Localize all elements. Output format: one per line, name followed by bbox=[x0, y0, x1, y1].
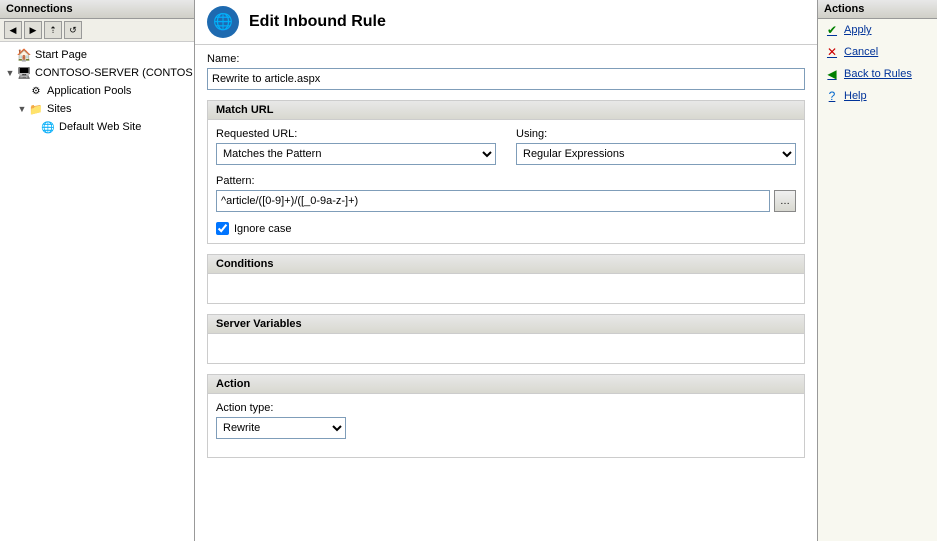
page-title-bar: 🌐 Edit Inbound Rule bbox=[195, 0, 817, 45]
help-label: Help bbox=[844, 90, 867, 102]
server-variables-section-header: Server Variables bbox=[207, 314, 805, 334]
default-web-icon: 🌐 bbox=[40, 119, 56, 135]
default-web-expander bbox=[28, 122, 40, 132]
pattern-label: Pattern: bbox=[216, 175, 796, 187]
app-pools-icon: ⚙ bbox=[28, 83, 44, 99]
requested-url-col: Requested URL: Matches the Pattern Does … bbox=[216, 128, 496, 165]
sites-label: Sites bbox=[47, 103, 71, 115]
action-type-group: Action type: Rewrite Redirect Custom res… bbox=[216, 402, 796, 439]
apply-icon: ✔ bbox=[824, 22, 840, 38]
toolbar-btn-back[interactable]: ◀ bbox=[4, 21, 22, 39]
action-type-label: Action type: bbox=[216, 402, 796, 414]
name-input[interactable] bbox=[207, 68, 805, 90]
app-pools-label: Application Pools bbox=[47, 85, 131, 97]
match-url-section-header: Match URL bbox=[207, 100, 805, 120]
app-pools-expander bbox=[16, 86, 28, 96]
conditions-section-body bbox=[207, 274, 805, 304]
back-to-rules-action[interactable]: ◀ Back to Rules bbox=[818, 63, 937, 85]
pattern-input[interactable] bbox=[216, 190, 770, 212]
match-url-section-body: Requested URL: Matches the Pattern Does … bbox=[207, 120, 805, 244]
cancel-icon: ✕ bbox=[824, 44, 840, 60]
back-to-rules-label: Back to Rules bbox=[844, 68, 912, 80]
sites-icon: 📁 bbox=[28, 101, 44, 117]
tree-item-start-page[interactable]: 🏠 Start Page bbox=[0, 46, 194, 64]
help-action[interactable]: ? Help bbox=[818, 85, 937, 107]
tree-item-sites[interactable]: ▼ 📁 Sites bbox=[0, 100, 194, 118]
pattern-test-button[interactable]: … bbox=[774, 190, 796, 212]
contoso-server-label: CONTOSO-SERVER (CONTOS bbox=[35, 67, 193, 79]
using-select[interactable]: Regular Expressions Wildcards Exact Matc… bbox=[516, 143, 796, 165]
pattern-group: Pattern: … bbox=[216, 175, 796, 212]
pattern-row: … bbox=[216, 190, 796, 212]
form-scroll-area: Name: Match URL Requested URL: Matches t… bbox=[195, 45, 817, 541]
toolbar-btn-forward[interactable]: ▶ bbox=[24, 21, 42, 39]
connections-toolbar: ◀ ▶ ⇡ ↺ bbox=[0, 19, 194, 42]
actions-panel: Actions ✔ Apply ✕ Cancel ◀ Back to Rules… bbox=[817, 0, 937, 541]
requested-url-select[interactable]: Matches the Pattern Does Not Match the P… bbox=[216, 143, 496, 165]
contoso-expander[interactable]: ▼ bbox=[4, 68, 16, 78]
help-icon: ? bbox=[824, 88, 840, 104]
start-page-icon: 🏠 bbox=[16, 47, 32, 63]
tree-item-app-pools[interactable]: ⚙ Application Pools bbox=[0, 82, 194, 100]
tree-item-default-web-site[interactable]: 🌐 Default Web Site bbox=[0, 118, 194, 136]
server-variables-section-body bbox=[207, 334, 805, 364]
connections-tree: 🏠 Start Page ▼ 🖥 CONTOSO-SERVER (CONTOS … bbox=[0, 42, 194, 541]
action-section-header: Action bbox=[207, 374, 805, 394]
connections-header: Connections bbox=[0, 0, 194, 19]
expander bbox=[4, 50, 16, 60]
ignore-case-label: Ignore case bbox=[234, 223, 291, 235]
name-label: Name: bbox=[207, 53, 805, 65]
match-url-row: Requested URL: Matches the Pattern Does … bbox=[216, 128, 796, 165]
conditions-section-header: Conditions bbox=[207, 254, 805, 274]
sites-expander[interactable]: ▼ bbox=[16, 104, 28, 114]
connections-panel: Connections ◀ ▶ ⇡ ↺ 🏠 Start Page ▼ 🖥 CON… bbox=[0, 0, 195, 541]
cancel-label: Cancel bbox=[844, 46, 878, 58]
ignore-case-row: Ignore case bbox=[216, 222, 796, 235]
start-page-label: Start Page bbox=[35, 49, 87, 61]
default-web-label: Default Web Site bbox=[59, 121, 141, 133]
actions-header: Actions bbox=[818, 0, 937, 19]
toolbar-btn-up[interactable]: ⇡ bbox=[44, 21, 62, 39]
server-icon: 🖥 bbox=[16, 65, 32, 81]
using-col: Using: Regular Expressions Wildcards Exa… bbox=[516, 128, 796, 165]
page-title-icon: 🌐 bbox=[207, 6, 239, 38]
tree-item-contoso-server[interactable]: ▼ 🖥 CONTOSO-SERVER (CONTOS bbox=[0, 64, 194, 82]
name-group: Name: bbox=[207, 53, 805, 90]
action-type-select[interactable]: Rewrite Redirect Custom response Abort r… bbox=[216, 417, 346, 439]
cancel-action[interactable]: ✕ Cancel bbox=[818, 41, 937, 63]
back-to-rules-icon: ◀ bbox=[824, 66, 840, 82]
requested-url-label: Requested URL: bbox=[216, 128, 496, 140]
apply-action[interactable]: ✔ Apply bbox=[818, 19, 937, 41]
apply-label: Apply bbox=[844, 24, 872, 36]
toolbar-btn-refresh[interactable]: ↺ bbox=[64, 21, 82, 39]
action-section-body: Action type: Rewrite Redirect Custom res… bbox=[207, 394, 805, 458]
ignore-case-checkbox[interactable] bbox=[216, 222, 229, 235]
page-title: Edit Inbound Rule bbox=[249, 13, 386, 31]
main-content: 🌐 Edit Inbound Rule Name: Match URL Requ… bbox=[195, 0, 817, 541]
using-label: Using: bbox=[516, 128, 796, 140]
